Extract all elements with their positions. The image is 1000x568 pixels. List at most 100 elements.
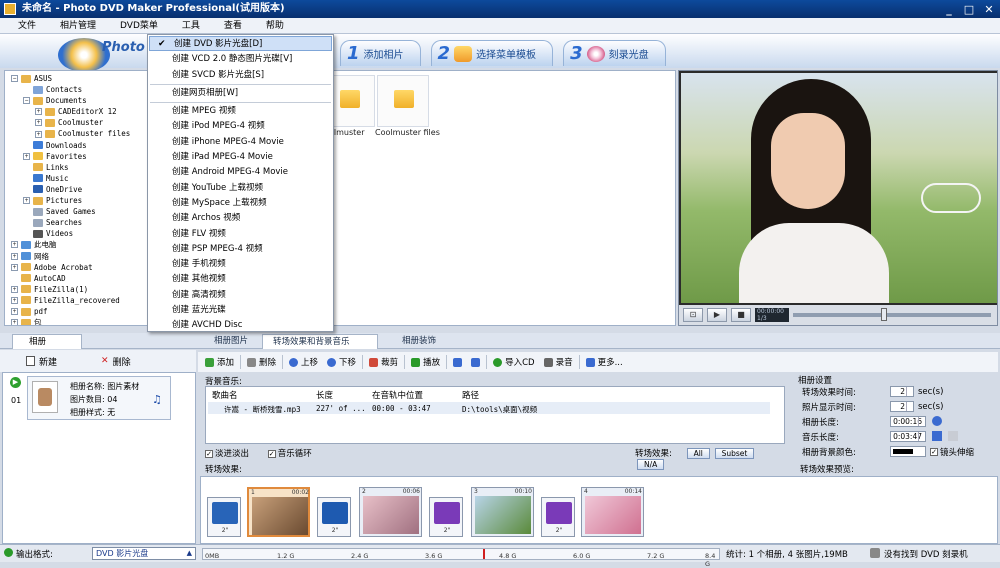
delete-button[interactable]: 删除 bbox=[244, 356, 279, 368]
delete-album-button[interactable]: ✕ 删除 bbox=[101, 355, 131, 368]
subset-button[interactable]: Subset bbox=[714, 448, 755, 459]
fit-music-icon[interactable] bbox=[932, 431, 942, 441]
dropdown-item[interactable]: 创建 Android MPEG-4 Movie bbox=[148, 165, 333, 180]
dropdown-item[interactable]: 创建 高清视频 bbox=[148, 288, 333, 303]
dropdown-item[interactable]: 创建 iPad MPEG-4 Movie bbox=[148, 150, 333, 165]
expand-toggle-icon[interactable]: + bbox=[23, 152, 30, 160]
loop-checkbox[interactable]: ✓ 音乐循环 bbox=[267, 449, 312, 459]
new-album-button[interactable]: 新建 bbox=[26, 355, 57, 368]
menu-dvd[interactable]: DVD菜单 bbox=[108, 18, 170, 33]
dropdown-item[interactable]: 创建 Archos 视频 bbox=[148, 211, 333, 226]
dropdown-item[interactable]: 创建 iPhone MPEG-4 Movie bbox=[148, 135, 333, 150]
expand-toggle-icon[interactable]: + bbox=[35, 119, 42, 127]
play-button[interactable]: ▶ bbox=[707, 308, 727, 322]
dropdown-item[interactable]: 创建 MPEG 视频 bbox=[148, 104, 333, 119]
play-album-icon[interactable]: ▶ bbox=[10, 377, 21, 388]
transition-slot[interactable]: 2" bbox=[429, 497, 463, 537]
add-button[interactable]: 添加 bbox=[202, 356, 237, 368]
expand-toggle-icon[interactable]: − bbox=[11, 75, 18, 83]
photo-clip[interactable]: 1 00:02 bbox=[247, 487, 310, 537]
move-down-button[interactable]: 下移 bbox=[324, 356, 359, 368]
tree-node-label: Pictures bbox=[46, 196, 83, 206]
photo-clip[interactable]: 3 00:10 bbox=[471, 487, 534, 537]
seek-handle[interactable] bbox=[881, 308, 887, 321]
transition-slot[interactable]: 2" bbox=[541, 497, 575, 537]
expand-toggle-icon[interactable]: + bbox=[11, 285, 18, 293]
dropdown-item[interactable]: 创建 iPod MPEG-4 视频 bbox=[148, 119, 333, 134]
rotate-left-button[interactable] bbox=[450, 357, 465, 367]
expand-toggle-icon[interactable]: + bbox=[11, 296, 18, 304]
up-icon bbox=[289, 357, 299, 367]
crop-button[interactable]: 裁剪 bbox=[366, 356, 401, 368]
output-format-select[interactable]: DVD 影片光盘 ▲ bbox=[92, 547, 196, 560]
minimize-button[interactable]: _ bbox=[942, 1, 956, 19]
dropdown-item[interactable]: 创建 PSP MPEG-4 视频 bbox=[148, 242, 333, 257]
music-table[interactable]: 歌曲名 长度 在音轨中位置 路径 许嵩 - 断桥残雪.mp3 227' of .… bbox=[205, 386, 785, 444]
transition-slot[interactable]: 2" bbox=[207, 497, 241, 537]
more-button[interactable]: 更多... bbox=[583, 356, 626, 368]
folder-item[interactable] bbox=[377, 75, 429, 127]
rotate-right-button[interactable] bbox=[468, 357, 483, 367]
tab-album-decor[interactable]: 相册装饰 bbox=[392, 334, 446, 349]
trans-time-spinner[interactable]: 2 bbox=[890, 386, 914, 397]
expand-toggle-icon[interactable]: + bbox=[11, 263, 18, 271]
expand-toggle-icon[interactable]: + bbox=[11, 319, 18, 325]
import-cd-button[interactable]: 导入CD bbox=[490, 356, 537, 368]
seek-slider[interactable] bbox=[793, 308, 991, 321]
expand-toggle-icon[interactable]: − bbox=[23, 97, 30, 105]
dropdown-item[interactable]: 创建 YouTube 上载视频 bbox=[148, 181, 333, 196]
step-burn-disc[interactable]: 3 刻录光盘 bbox=[563, 40, 666, 66]
transition-slot[interactable]: 2" bbox=[317, 497, 351, 537]
dropdown-item[interactable]: 创建 VCD 2.0 静态图片光碟[V] bbox=[148, 52, 333, 67]
photo-clip[interactable]: 4 00:14 bbox=[581, 487, 644, 537]
menu-view[interactable]: 查看 bbox=[212, 18, 254, 33]
step-menu-template[interactable]: 2 选择菜单模板 bbox=[430, 40, 554, 66]
step-add-photos[interactable]: 1 添加相片 bbox=[340, 40, 421, 66]
preview-image bbox=[681, 73, 997, 303]
tree-node-label: Saved Games bbox=[46, 207, 96, 217]
dropdown-item[interactable]: 创建 SVCD 影片光盘[S] bbox=[148, 68, 333, 83]
na-button[interactable]: N/A bbox=[637, 459, 665, 470]
zoom-checkbox[interactable]: ✓ 镜头伸缩 bbox=[930, 446, 974, 458]
expand-toggle-icon[interactable]: + bbox=[35, 130, 42, 138]
player-controls: ⊡ ▶ ■ 00:00:00 1/3 bbox=[679, 305, 997, 325]
photo-clip[interactable]: 2 00:06 bbox=[359, 487, 422, 537]
tab-album[interactable]: 相册 bbox=[12, 334, 82, 349]
expand-toggle-icon[interactable]: + bbox=[11, 241, 18, 249]
fade-checkbox[interactable]: ✓ 淡进淡出 bbox=[205, 449, 249, 459]
menu-file[interactable]: 文件 bbox=[6, 18, 48, 33]
fullscreen-button[interactable]: ⊡ bbox=[683, 308, 703, 322]
bg-color-picker[interactable] bbox=[890, 446, 926, 457]
menu-photo[interactable]: 相片管理 bbox=[48, 18, 108, 33]
photo-time-spinner[interactable]: 2 bbox=[890, 401, 914, 412]
move-up-button[interactable]: 上移 bbox=[286, 356, 321, 368]
record-button[interactable]: 录音 bbox=[541, 356, 576, 368]
play-preview-button[interactable]: 播放 bbox=[408, 356, 443, 368]
tab-transitions-music[interactable]: 转场效果和背景音乐 bbox=[262, 334, 378, 349]
dropdown-item[interactable]: 创建 其他视频 bbox=[148, 272, 333, 287]
stop-button[interactable]: ■ bbox=[731, 308, 751, 322]
expand-toggle-icon[interactable]: + bbox=[11, 252, 18, 260]
album-entry[interactable]: 相册名称: 图片素材 图片数目: 04 相册样式: 无 ♫ bbox=[27, 376, 171, 420]
maximize-button[interactable]: □ bbox=[962, 1, 976, 19]
expand-toggle-icon[interactable]: + bbox=[23, 197, 30, 205]
tab-album-photos[interactable]: 相册图片 bbox=[204, 334, 258, 349]
fit-photo-icon[interactable] bbox=[948, 431, 958, 441]
refresh-icon[interactable] bbox=[932, 416, 942, 426]
menu-help[interactable]: 帮助 bbox=[254, 18, 296, 33]
folder-icon bbox=[33, 207, 43, 216]
menu-tools[interactable]: 工具 bbox=[170, 18, 212, 33]
expand-toggle-icon[interactable]: + bbox=[11, 308, 18, 316]
dropdown-item[interactable]: 创建网页相册[W] bbox=[148, 86, 333, 101]
dropdown-item[interactable]: 创建 手机视频 bbox=[148, 257, 333, 272]
close-button[interactable]: ✕ bbox=[982, 1, 996, 19]
expand-toggle-icon[interactable]: + bbox=[35, 108, 42, 116]
dropdown-item[interactable]: 创建 FLV 视频 bbox=[148, 227, 333, 242]
all-button[interactable]: All bbox=[686, 448, 710, 459]
dropdown-item[interactable]: 创建 蓝光光碟 bbox=[148, 303, 333, 318]
dropdown-item[interactable]: ✔ 创建 DVD 影片光盘[D] bbox=[149, 36, 332, 52]
dropdown-item[interactable]: 创建 AVCHD Disc bbox=[148, 318, 333, 333]
storyboard[interactable]: 2" 1 00:02 2" 2 00:06 2" 3 00:10 2" 4 00:14 bbox=[200, 476, 998, 544]
disc-icon bbox=[586, 45, 605, 62]
dropdown-item[interactable]: 创建 MySpace 上载视频 bbox=[148, 196, 333, 211]
